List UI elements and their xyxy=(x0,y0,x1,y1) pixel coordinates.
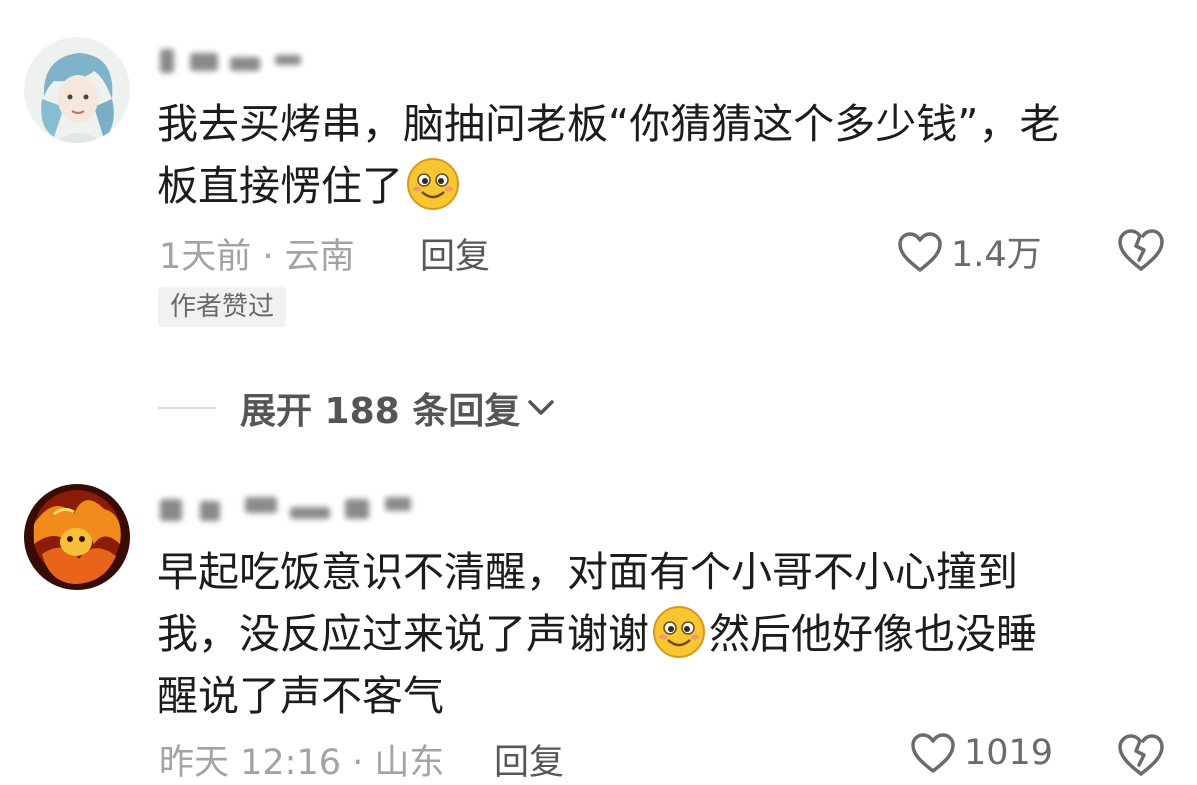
expand-replies-button[interactable]: 展开 188 条回复 xyxy=(158,382,556,434)
username-blurred xyxy=(160,493,420,523)
reply-button[interactable]: 回复 xyxy=(494,734,564,785)
broken-heart-icon xyxy=(1118,229,1164,271)
dislike-button[interactable] xyxy=(1117,733,1165,781)
like-count: 1.4万 xyxy=(951,235,1042,275)
divider-line xyxy=(158,407,216,409)
expand-replies-label: 展开 188 条回复 xyxy=(240,391,521,432)
heart-outline-icon xyxy=(911,733,955,773)
like-button[interactable]: 1.4万 xyxy=(897,226,1042,277)
reply-button[interactable]: 回复 xyxy=(420,228,490,279)
like-count: 1019 xyxy=(964,733,1054,773)
smiling-face-emoji-icon xyxy=(653,606,705,658)
username-blurred xyxy=(160,45,310,75)
avatar[interactable] xyxy=(24,484,130,590)
smiling-face-emoji-icon xyxy=(407,158,459,210)
comment-text: 早起吃饭意识不清醒，对面有个小哥不小心撞到 我，没反应过来说了声谢谢 然后他好像也… xyxy=(157,548,1037,720)
author-liked-badge: 作者赞过 xyxy=(158,287,287,327)
chevron-down-icon xyxy=(528,400,554,415)
like-button[interactable]: 1019 xyxy=(910,732,1053,774)
avatar[interactable] xyxy=(24,37,130,143)
comment-meta: 昨天 12:16 · 山东 xyxy=(159,743,445,783)
broken-heart-icon xyxy=(1118,734,1164,776)
dislike-button[interactable] xyxy=(1117,228,1165,276)
heart-outline-icon xyxy=(898,231,942,272)
comment-meta: 1天前 · 云南 xyxy=(159,237,355,277)
comment-text: 我去买烤串，脑抽问老板“你猜猜这个多少钱”，老 板直接愣住了 xyxy=(157,100,1061,210)
